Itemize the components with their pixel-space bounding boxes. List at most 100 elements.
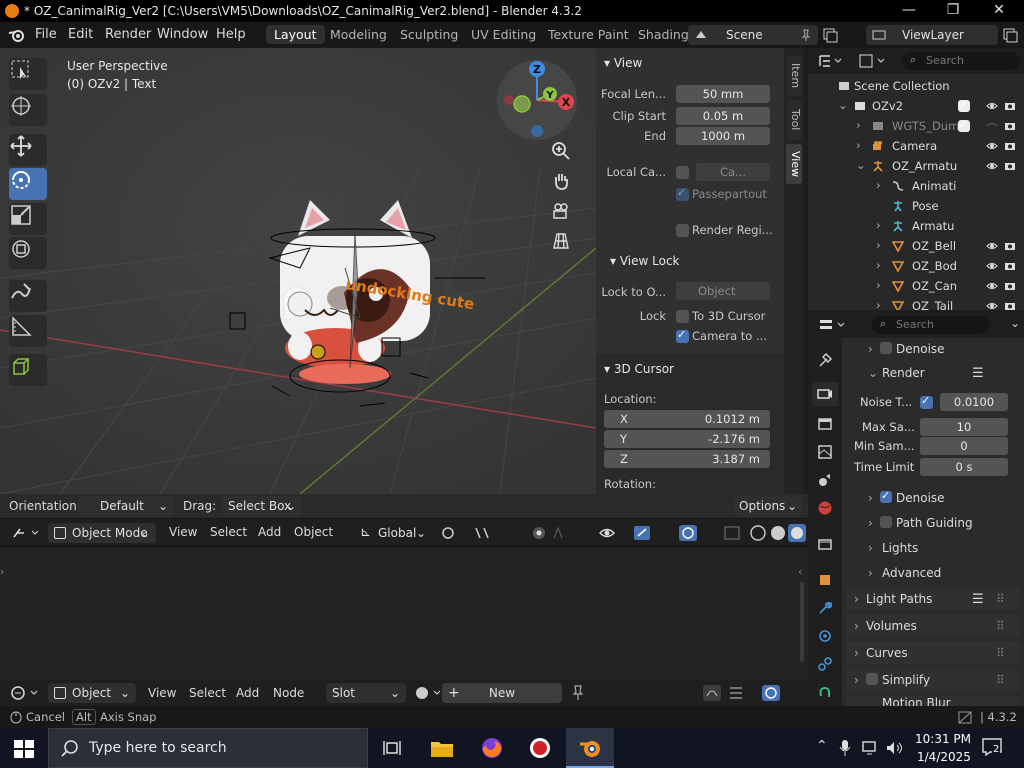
menu-edit[interactable]: Edit xyxy=(68,27,93,42)
expand-arrow-icon[interactable]: › xyxy=(854,592,859,606)
local-camera-checkbox[interactable] xyxy=(676,166,689,179)
include-checkbox[interactable] xyxy=(958,118,970,132)
output-icon[interactable] xyxy=(817,416,833,432)
list-options-icon[interactable]: ☰ xyxy=(972,592,984,607)
render-subpanel-header[interactable]: ⌄ Render ☰ xyxy=(842,362,1024,384)
cursor-z-field[interactable]: Z 3.187 m xyxy=(604,450,770,468)
denoise-top-row[interactable]: › Denoise xyxy=(842,338,1024,360)
expand-arrow-icon[interactable]: ⌄ xyxy=(868,366,878,380)
time-limit-field[interactable]: 0 s xyxy=(920,458,1008,476)
outliner-search-input[interactable]: ⌕ Search xyxy=(902,52,1020,70)
denoise-top-checkbox[interactable] xyxy=(880,342,892,354)
show-hidden-icons-icon[interactable]: ⌃ xyxy=(816,738,828,754)
navigation-gizmo[interactable]: Z X Y xyxy=(497,60,577,140)
scene-tab-icon[interactable] xyxy=(817,472,833,488)
render-camera-icon[interactable] xyxy=(1004,100,1016,112)
new-view-layer-icon[interactable] xyxy=(1002,27,1018,43)
list-options-icon[interactable]: ☰ xyxy=(972,366,984,381)
render-camera-icon[interactable] xyxy=(1004,140,1016,152)
slot-dropdown[interactable]: Slot ⌄ xyxy=(326,683,406,703)
3d-viewport[interactable]: undocking cute Z X Y User Perspective (0… xyxy=(0,48,596,494)
transform-orientation-dropdown[interactable]: ⊾ Global ⌄ xyxy=(354,523,430,543)
noise-threshold-field[interactable]: 0.0100 xyxy=(940,393,1008,411)
advanced-header[interactable]: › Advanced xyxy=(842,562,1024,584)
menu-help[interactable]: Help xyxy=(216,27,246,42)
constraint-icon[interactable] xyxy=(817,656,833,672)
eye-icon[interactable] xyxy=(986,160,998,172)
max-samples-field[interactable]: 10 xyxy=(920,418,1008,436)
file-explorer-app[interactable] xyxy=(418,728,466,768)
expand-arrow-icon[interactable]: ⌄ xyxy=(838,98,848,112)
expand-arrow-icon[interactable]: › xyxy=(868,516,873,530)
options-dropdown[interactable]: Options ⌄ xyxy=(733,496,803,516)
motion-blur-panel-header[interactable]: Motion Blur xyxy=(846,696,1020,706)
expand-arrow-icon[interactable]: › xyxy=(854,673,859,687)
new-material-button[interactable]: + New xyxy=(442,683,562,703)
view-layer-selector[interactable]: ViewLayer xyxy=(866,25,998,45)
expand-arrow-icon[interactable]: › xyxy=(856,138,861,152)
tab-item[interactable]: Item xyxy=(786,56,802,96)
rotate-tool[interactable] xyxy=(9,168,47,200)
taskbar-time[interactable]: 10:31 PM xyxy=(915,732,971,746)
tab-tool[interactable]: Tool xyxy=(786,100,802,140)
blender-app[interactable] xyxy=(566,728,614,768)
material-browse-icon[interactable] xyxy=(414,685,442,701)
render-camera-icon[interactable] xyxy=(1004,280,1016,292)
outliner-row-oz-bell[interactable]: › OZ_Bell xyxy=(808,236,1024,256)
right-region-toggle-icon[interactable]: ‹ xyxy=(798,565,802,578)
ortho-toggle-button[interactable] xyxy=(551,231,579,259)
menu-select[interactable]: Select xyxy=(210,525,247,539)
lock-to-object-field[interactable]: Object xyxy=(676,282,770,300)
outliner-row-camera[interactable]: › Camera xyxy=(808,136,1024,156)
editor-type-icon[interactable] xyxy=(10,685,40,701)
data-icon[interactable] xyxy=(817,684,833,700)
clip-start-field[interactable]: 0.05 m xyxy=(676,107,770,125)
tab-sculpting[interactable]: Sculpting xyxy=(400,27,458,42)
tab-shading[interactable]: Shading xyxy=(638,27,689,42)
shading-mode-buttons[interactable] xyxy=(724,524,808,542)
expand-arrow-icon[interactable]: › xyxy=(876,278,881,292)
drag-dropdown[interactable]: Select Box ⌄ xyxy=(222,496,302,516)
measure-tool[interactable] xyxy=(9,315,47,347)
scale-tool[interactable] xyxy=(9,203,47,235)
menu-object[interactable]: Object xyxy=(294,525,333,539)
tab-layout[interactable]: Layout xyxy=(266,25,325,44)
render-camera-icon[interactable] xyxy=(1004,160,1016,172)
minimize-button[interactable]: — xyxy=(886,2,932,20)
expand-arrow-icon[interactable]: › xyxy=(868,566,873,580)
lock-to-cursor-checkbox[interactable] xyxy=(676,310,689,323)
outliner-row-oz-can[interactable]: › OZ_Can xyxy=(808,276,1024,296)
expand-arrow-icon[interactable]: › xyxy=(868,342,873,356)
noise-threshold-checkbox[interactable] xyxy=(920,394,933,409)
display-mode-icon[interactable] xyxy=(858,53,888,69)
render-camera-icon[interactable] xyxy=(1004,120,1016,132)
cursor-x-field[interactable]: X 0.1012 m xyxy=(604,410,770,428)
blender-menu-icon[interactable] xyxy=(8,27,26,43)
eye-icon[interactable] xyxy=(986,240,998,252)
tab-uv-editing[interactable]: UV Editing xyxy=(471,27,536,42)
scene-selector[interactable]: Scene xyxy=(688,25,818,45)
tool-properties-icon[interactable] xyxy=(817,352,833,368)
overlays-toggle-icon[interactable] xyxy=(678,524,718,542)
eye-icon[interactable] xyxy=(986,260,998,272)
taskbar-date[interactable]: 1/4/2025 xyxy=(917,750,971,764)
mode-dropdown[interactable]: Object Mode ⌄ xyxy=(48,523,156,543)
outliner-row-armature[interactable]: ⌄ OZ_Armatu xyxy=(808,156,1024,176)
notification-center-button[interactable]: 2 xyxy=(982,738,1002,756)
expand-arrow-icon[interactable]: › xyxy=(854,646,859,660)
editor-type-icon[interactable] xyxy=(12,525,40,541)
menu-file[interactable]: File xyxy=(35,27,57,42)
collection-tab-icon[interactable] xyxy=(817,536,833,552)
menu-view[interactable]: View xyxy=(169,525,197,539)
expand-arrow-icon[interactable]: › xyxy=(856,118,861,132)
outliner-row-armature-data[interactable]: › Armatu xyxy=(808,216,1024,236)
denoise-checkbox[interactable] xyxy=(880,489,892,503)
tab-modeling[interactable]: Modeling xyxy=(330,27,387,42)
network-icon[interactable] xyxy=(862,741,880,755)
windows-start-icon[interactable] xyxy=(14,740,34,758)
snapping-controls[interactable] xyxy=(440,525,520,541)
include-checkbox[interactable] xyxy=(958,98,970,112)
menu-select[interactable]: Select xyxy=(189,686,226,700)
menu-add[interactable]: Add xyxy=(258,525,281,539)
eye-icon[interactable] xyxy=(986,280,998,292)
